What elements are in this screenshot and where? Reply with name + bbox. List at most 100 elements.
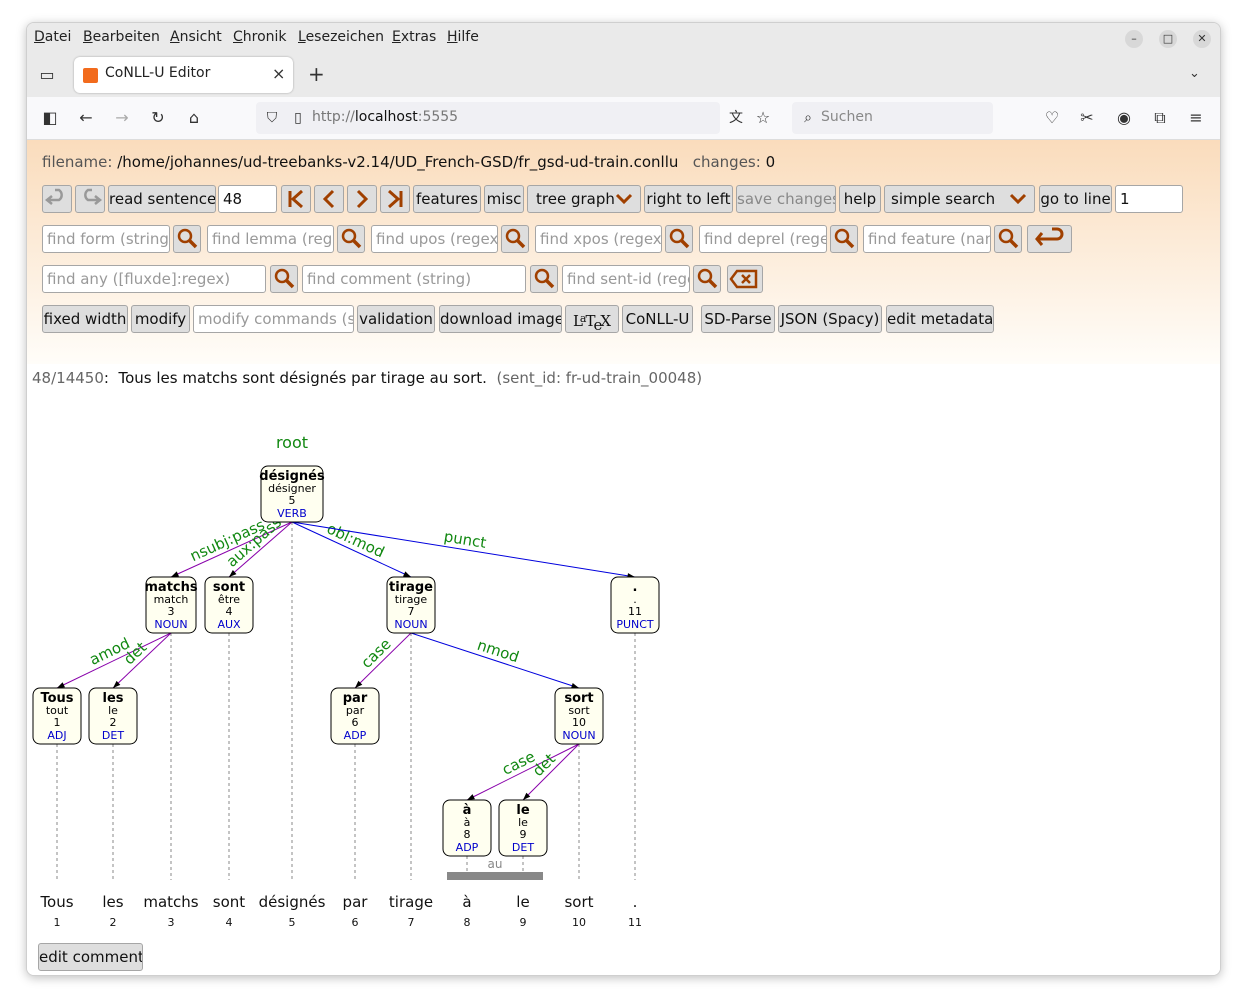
node-upos-1: ADJ	[47, 729, 66, 742]
close-window-icon[interactable]: ✕	[1193, 30, 1211, 48]
find-form-button[interactable]	[173, 225, 201, 253]
find-sentid-input[interactable]: find sent-id (regex)	[562, 265, 690, 293]
screenshot-icon[interactable]: ✂	[1077, 108, 1097, 128]
word-6: par	[343, 893, 369, 911]
tab-bar: ▭ CoNLL-U Editor × + ⌄	[27, 53, 1220, 97]
redo-button[interactable]	[75, 185, 105, 213]
edit-metadata-button[interactable]: edit metadata	[886, 305, 994, 333]
modify-commands-input[interactable]: modify commands (see help)	[193, 305, 354, 333]
modify-button[interactable]: modify	[131, 305, 190, 333]
search-mode-select[interactable]: simple search	[884, 185, 1035, 213]
find-upos-button[interactable]	[501, 225, 529, 253]
magnifier-icon	[998, 228, 1019, 249]
translate-icon[interactable]: 文	[726, 108, 746, 128]
latex-button[interactable]: LaTeX	[565, 305, 619, 333]
tab-list-chevron-icon[interactable]: ⌄	[1189, 66, 1200, 81]
help-button[interactable]: help	[839, 185, 881, 213]
view-mode-select[interactable]: tree graph	[527, 185, 641, 213]
find-feature-button[interactable]	[994, 225, 1022, 253]
menu-chronik[interactable]: Chronik	[233, 29, 287, 45]
validation-button[interactable]: validation	[357, 305, 435, 333]
deprel-label-11: punct	[443, 527, 488, 552]
word-number-4: 4	[226, 916, 233, 929]
menu-extras[interactable]: Extras	[392, 29, 436, 45]
json-spacy-button[interactable]: JSON (Spacy)	[778, 305, 882, 333]
undo-button[interactable]	[42, 185, 72, 213]
page-info-icon[interactable]: ▯	[288, 108, 308, 128]
word-4: sont	[213, 893, 245, 911]
chevron-down-icon	[1009, 193, 1027, 205]
minimize-icon[interactable]: –	[1125, 30, 1143, 48]
sidebar-toggle-icon[interactable]: ◧	[40, 108, 60, 128]
features-button[interactable]: features	[413, 185, 481, 213]
sentence-number-input[interactable]: 48	[218, 185, 277, 213]
reload-icon[interactable]: ↻	[148, 108, 168, 128]
menu-bearbeiten[interactable]: Bearbeiten	[83, 29, 160, 45]
url-bar[interactable]: ⛉ ▯ http://localhost:5555 文 ☆	[256, 102, 770, 134]
new-tab-icon[interactable]: +	[308, 62, 325, 86]
find-lemma-input[interactable]: find lemma (regex)	[207, 225, 334, 253]
find-feature-input[interactable]: find feature (name)	[863, 225, 991, 253]
go-to-line-button[interactable]: go to line	[1039, 185, 1112, 213]
node-id-10: 10	[572, 716, 586, 729]
magnifier-icon	[669, 228, 690, 249]
tab-conllu-editor[interactable]: CoNLL-U Editor ×	[74, 57, 293, 93]
bookmark-star-icon[interactable]: ☆	[753, 108, 773, 128]
magnifier-icon	[341, 228, 362, 249]
app-menu-icon[interactable]: ≡	[1186, 108, 1206, 128]
dependency-tree: amoddetnsubj:passaux:passcaseobl:modcase…	[32, 433, 660, 929]
find-any-input[interactable]: find any ([fluxde]:regex)	[42, 265, 266, 293]
search-icon: ⌕	[804, 110, 812, 126]
find-sentid-button[interactable]	[693, 265, 721, 293]
pocket-icon[interactable]: ♡	[1042, 108, 1062, 128]
menu-lesezeichen[interactable]: Lesezeichen	[298, 29, 384, 45]
return-arrow-icon	[1034, 227, 1063, 246]
line-number-input[interactable]: 1	[1115, 185, 1183, 213]
find-xpos-input[interactable]: find xpos (regex/...)	[535, 225, 662, 253]
home-icon[interactable]: ⌂	[184, 108, 204, 128]
download-image-button[interactable]: download image	[439, 305, 562, 333]
word-number-11: 11	[628, 916, 642, 929]
tab-overview-icon[interactable]: ▭	[37, 65, 57, 85]
misc-button[interactable]: misc	[484, 185, 524, 213]
word-number-8: 8	[464, 916, 471, 929]
clear-search-button[interactable]	[727, 265, 763, 293]
find-any-button[interactable]	[270, 265, 298, 293]
page-content: filename: /home/johannes/ud-treebanks-v2…	[27, 140, 1220, 975]
node-upos-7: NOUN	[394, 618, 427, 631]
menu-hilfe[interactable]: Hilfe	[447, 29, 479, 45]
right-to-left-button[interactable]: right to left	[644, 185, 733, 213]
account-icon[interactable]: ◉	[1114, 108, 1134, 128]
url-text[interactable]: http://localhost:5555	[312, 109, 458, 125]
return-button[interactable]	[1027, 225, 1072, 253]
tab-close-icon[interactable]: ×	[272, 64, 285, 83]
search-bar[interactable]: ⌕ Suchen	[792, 102, 993, 134]
first-sentence-button[interactable]	[281, 185, 311, 213]
next-sentence-button[interactable]	[347, 185, 377, 213]
maximize-icon[interactable]: □	[1159, 30, 1177, 48]
sdparse-button[interactable]: SD-Parse	[701, 305, 775, 333]
back-icon[interactable]: ←	[76, 108, 96, 128]
find-upos-input[interactable]: find upos (regex/...)	[371, 225, 498, 253]
menu-datei[interactable]: Datei	[34, 29, 71, 45]
find-lemma-button[interactable]	[337, 225, 365, 253]
last-sentence-button[interactable]	[380, 185, 410, 213]
previous-sentence-button[interactable]	[314, 185, 344, 213]
menu-ansicht[interactable]: Ansicht	[170, 29, 222, 45]
find-deprel-button[interactable]	[830, 225, 858, 253]
find-xpos-button[interactable]	[665, 225, 693, 253]
conllu-button[interactable]: CoNLL-U	[622, 305, 693, 333]
shield-icon[interactable]: ⛉	[262, 108, 282, 128]
find-comment-input[interactable]: find comment (string)	[302, 265, 526, 293]
find-deprel-input[interactable]: find deprel (regex)	[699, 225, 827, 253]
fixed-width-button[interactable]: fixed width	[42, 305, 128, 333]
mwt-label: au	[488, 857, 503, 871]
forward-icon[interactable]: →	[112, 108, 132, 128]
find-comment-button[interactable]	[530, 265, 558, 293]
save-changes-button[interactable]: save changes	[736, 185, 836, 213]
chevron-down-icon	[615, 193, 633, 205]
read-sentence-button[interactable]: read sentence	[108, 185, 216, 213]
edit-comment-button[interactable]: edit comment	[38, 943, 143, 971]
find-form-input[interactable]: find form (string)	[42, 225, 170, 253]
extensions-icon[interactable]: ⧉	[1150, 108, 1170, 128]
